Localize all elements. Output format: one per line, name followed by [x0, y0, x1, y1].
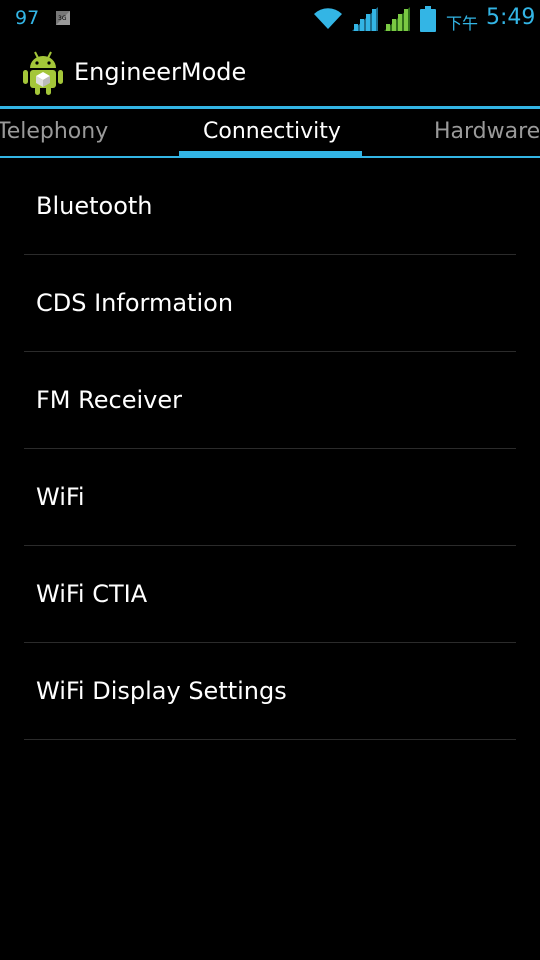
list-item-fm-receiver[interactable]: FM Receiver: [24, 352, 516, 449]
status-time: 5:49: [486, 5, 536, 30]
action-bar: EngineerMode: [0, 38, 540, 107]
list-item-cds-information[interactable]: CDS Information: [24, 255, 516, 352]
status-bar: 97 3G 下午 5:49: [0, 0, 540, 38]
wifi-icon: [314, 8, 342, 29]
list-item-bluetooth[interactable]: Bluetooth: [24, 158, 516, 255]
android-icon: [23, 51, 63, 95]
list-item-wifi-ctia[interactable]: WiFi CTIA: [24, 546, 516, 643]
list-item-label: WiFi Display Settings: [36, 677, 287, 705]
list-item-label: Bluetooth: [36, 192, 153, 220]
tab-telephony[interactable]: Telephony: [0, 119, 108, 144]
signal-icon: [352, 7, 378, 31]
battery-icon: [420, 6, 436, 32]
3g-data-icon: 3G: [56, 11, 70, 25]
connectivity-list: Bluetooth CDS Information FM Receiver Wi…: [24, 158, 516, 740]
list-item-label: CDS Information: [36, 289, 234, 317]
signal-icon: [384, 7, 410, 31]
tab-connectivity[interactable]: Connectivity: [203, 119, 341, 144]
svg-text:3G: 3G: [58, 15, 67, 22]
status-ampm: 下午: [446, 14, 479, 33]
tab-hardware[interactable]: Hardware: [434, 119, 540, 144]
list-item-label: WiFi CTIA: [36, 580, 148, 608]
tab-bar: Telephony Connectivity Hardware: [0, 109, 540, 156]
list-item-label: FM Receiver: [36, 386, 182, 414]
list-item-label: WiFi: [36, 483, 85, 511]
list-item-wifi[interactable]: WiFi: [24, 449, 516, 546]
list-item-wifi-display-settings[interactable]: WiFi Display Settings: [24, 643, 516, 740]
status-number: 97: [15, 7, 40, 29]
app-title: EngineerMode: [74, 58, 247, 86]
